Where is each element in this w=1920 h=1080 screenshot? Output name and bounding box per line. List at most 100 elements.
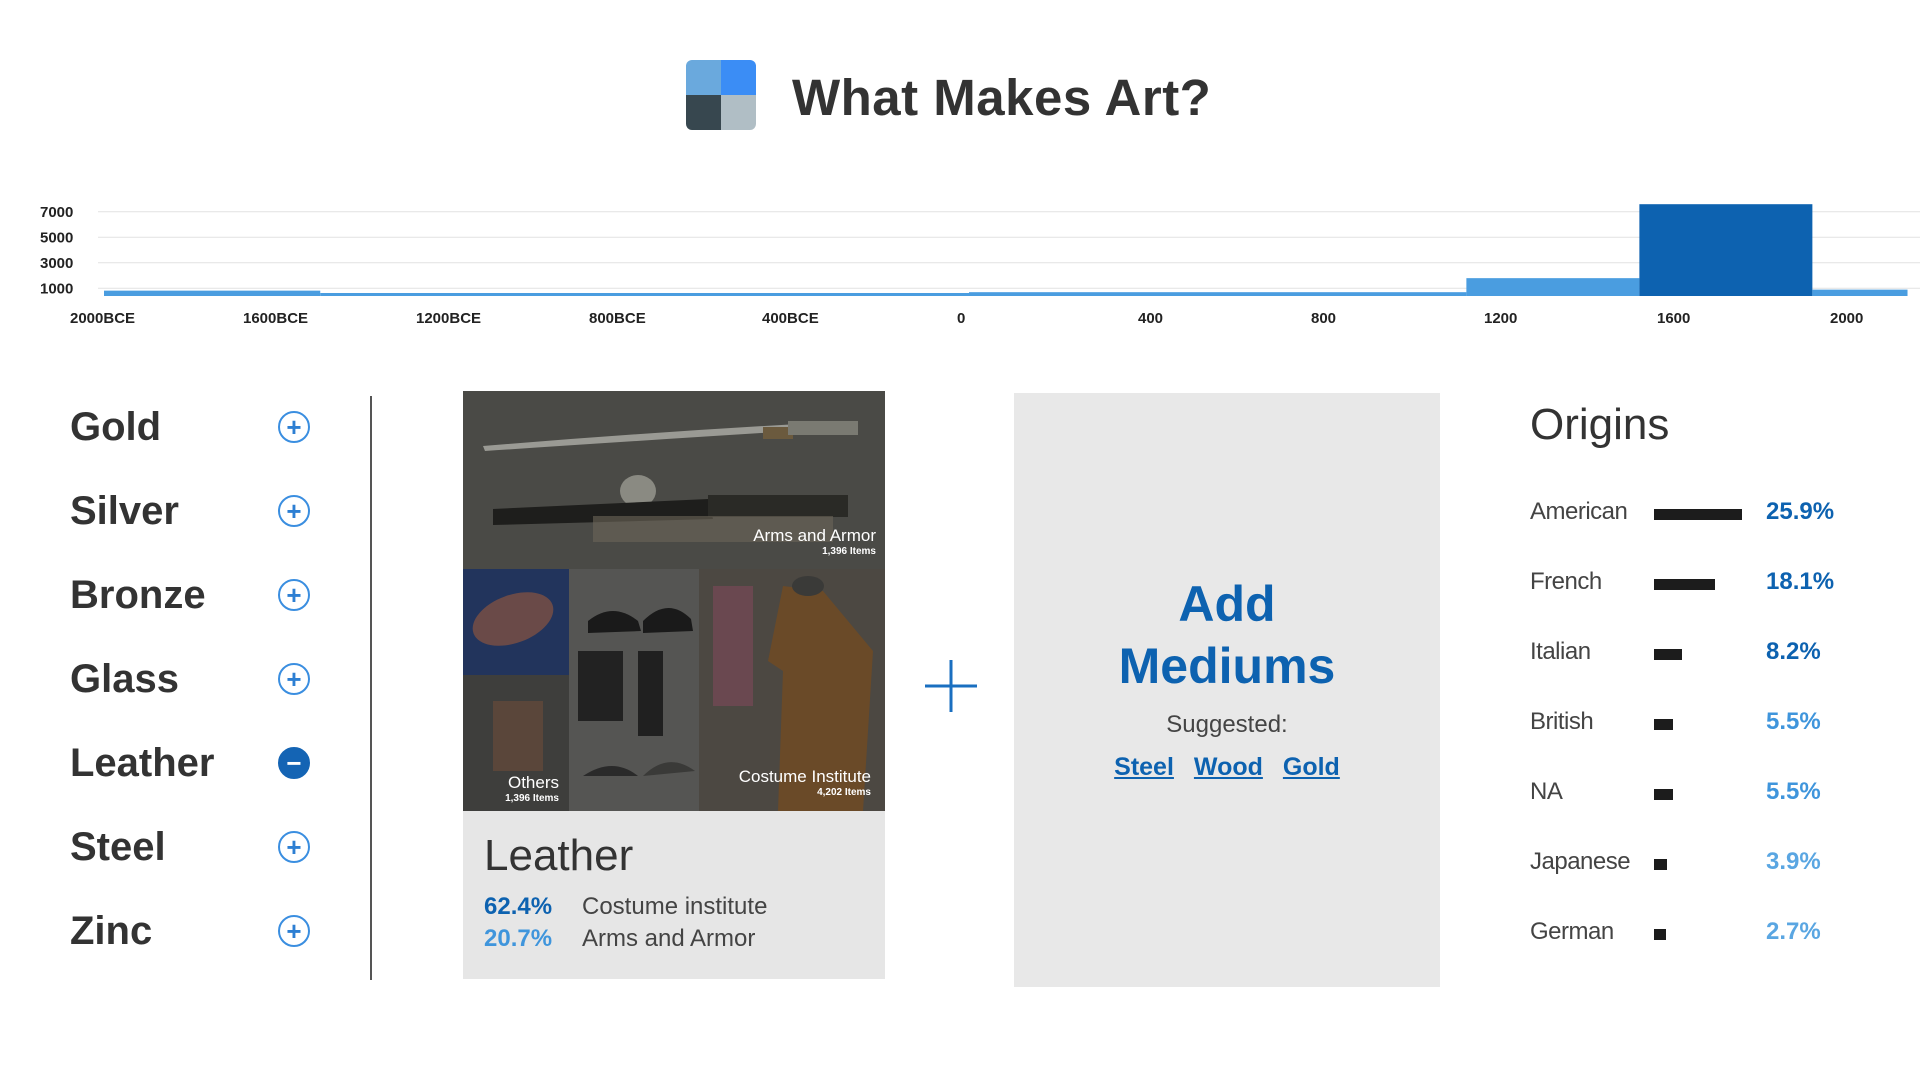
logo-quadrant [721, 60, 756, 95]
card-stat-row: 62.4% Costume institute [484, 893, 767, 921]
material-label: Gold [70, 404, 162, 449]
suggestion-link-wood[interactable]: Wood [1194, 753, 1263, 782]
plus-circle-icon[interactable]: + [278, 579, 310, 611]
origin-name: French [1530, 568, 1602, 595]
histogram-bar[interactable] [1639, 204, 1813, 296]
origin-percent: 8.2% [1766, 638, 1821, 665]
minus-circle-icon[interactable]: − [278, 747, 310, 779]
tile-count: 1,396 Items [505, 793, 559, 804]
page-title: What Makes Art? [792, 69, 1212, 126]
material-item-silver[interactable]: Silver + [70, 486, 310, 536]
medium-image-mosaic [463, 391, 885, 811]
origin-percent: 2.7% [1766, 918, 1821, 945]
origin-percent: 5.5% [1766, 778, 1821, 805]
tile-label-arms[interactable]: Arms and Armor 1,396 Items [613, 526, 876, 557]
origin-row[interactable]: French 18.1% [1530, 568, 1870, 598]
add-mediums-title-line: Mediums [1118, 638, 1336, 694]
origin-bar [1654, 789, 1673, 800]
divider [370, 396, 372, 980]
material-label: Steel [70, 824, 166, 869]
tile-label-others[interactable]: Others 1,396 Items [473, 773, 559, 804]
material-item-glass[interactable]: Glass + [70, 654, 310, 704]
material-label: Leather [70, 740, 215, 785]
logo-quadrant [686, 95, 721, 130]
scabbard-hilt [708, 495, 848, 517]
material-item-steel[interactable]: Steel + [70, 822, 310, 872]
plus-icon [925, 660, 977, 712]
origin-row[interactable]: NA 5.5% [1530, 778, 1870, 808]
material-item-bronze[interactable]: Bronze + [70, 570, 310, 620]
origin-name: NA [1530, 778, 1563, 805]
material-item-gold[interactable]: Gold + [70, 402, 310, 452]
plus-circle-icon[interactable]: + [278, 831, 310, 863]
material-item-zinc[interactable]: Zinc + [70, 906, 310, 956]
origin-row[interactable]: Italian 8.2% [1530, 638, 1870, 668]
x-tick-label: 400 [1138, 310, 1163, 327]
fur-coat [578, 651, 623, 721]
tile-name: Others [507, 773, 559, 792]
plus-circle-icon[interactable]: + [278, 495, 310, 527]
x-tick-label: 400BCE [762, 310, 819, 327]
app-logo [686, 60, 756, 130]
stool-object [493, 701, 543, 771]
tile-count: 4,202 Items [817, 787, 871, 798]
suggestion-link-gold[interactable]: Gold [1283, 753, 1340, 782]
origin-bar [1654, 859, 1667, 870]
histogram-bar[interactable] [1812, 289, 1908, 296]
y-tick-label: 3000 [40, 255, 73, 272]
plus-circle-icon[interactable]: + [278, 663, 310, 695]
x-tick-label: 1600BCE [243, 310, 308, 327]
x-tick-label: 1200BCE [416, 310, 481, 327]
origin-name: Italian [1530, 638, 1591, 665]
stat-percent: 62.4% [484, 893, 553, 920]
logo-quadrant [721, 95, 756, 130]
material-item-leather[interactable]: Leather − [70, 738, 310, 788]
add-mediums-panel[interactable]: Add Mediums Suggested: Steel Wood Gold [1014, 393, 1440, 987]
tile-count: 1,396 Items [822, 546, 876, 557]
stat-percent: 20.7% [484, 925, 553, 952]
suggested-label: Suggested: [1166, 711, 1288, 738]
add-mediums-title[interactable]: Add Mediums [1014, 573, 1440, 697]
tile-name: Costume Institute [738, 767, 871, 786]
dress-object [713, 586, 753, 706]
logo-quadrant [686, 60, 721, 95]
origin-row[interactable]: British 5.5% [1530, 708, 1870, 738]
material-label: Zinc [70, 908, 153, 953]
x-tick-label: 0 [957, 310, 965, 327]
histogram-bar[interactable] [104, 290, 321, 296]
stat-label: Costume institute [582, 893, 768, 920]
origin-percent: 5.5% [1766, 708, 1821, 735]
tile-label-costume[interactable]: Costume Institute 4,202 Items [703, 767, 871, 798]
origin-bar [1654, 719, 1673, 730]
origin-row[interactable]: German 2.7% [1530, 918, 1870, 948]
origin-name: British [1530, 708, 1594, 735]
origin-name: Japanese [1530, 848, 1631, 875]
card-title: Leather [484, 831, 634, 880]
suggestion-links: Steel Wood Gold [1014, 753, 1440, 782]
tile-name: Arms and Armor [753, 526, 876, 545]
origin-percent: 18.1% [1766, 568, 1835, 595]
origin-bar [1654, 649, 1682, 660]
y-tick-label: 1000 [40, 280, 73, 297]
x-tick-label: 2000 [1830, 310, 1863, 327]
histogram-bar[interactable] [450, 293, 969, 296]
medium-card[interactable]: Arms and Armor 1,396 Items Others 1,396 … [463, 391, 885, 979]
plus-circle-icon[interactable]: + [278, 915, 310, 947]
suggestion-link-steel[interactable]: Steel [1114, 753, 1174, 782]
stat-label: Arms and Armor [582, 925, 756, 952]
y-tick-label: 5000 [40, 229, 73, 246]
timeline-histogram[interactable]: 7000 5000 3000 1000 2000BCE 1600BCE 1200BCE 80… [0, 180, 1920, 330]
origins-title: Origins [1530, 400, 1670, 449]
histogram-bar[interactable] [320, 293, 450, 296]
mannequin-head [792, 576, 824, 596]
plus-circle-icon[interactable]: + [278, 411, 310, 443]
histogram-bar[interactable] [969, 292, 1467, 296]
y-tick-label: 7000 [40, 204, 73, 221]
x-tick-label: 800 [1311, 310, 1336, 327]
sword-hilt [788, 421, 858, 435]
histogram-bar[interactable] [1466, 278, 1640, 296]
x-tick-label: 2000BCE [70, 310, 135, 327]
origin-bar [1654, 929, 1666, 940]
origin-row[interactable]: Japanese 3.9% [1530, 848, 1870, 878]
origin-row[interactable]: American 25.9% [1530, 498, 1870, 528]
